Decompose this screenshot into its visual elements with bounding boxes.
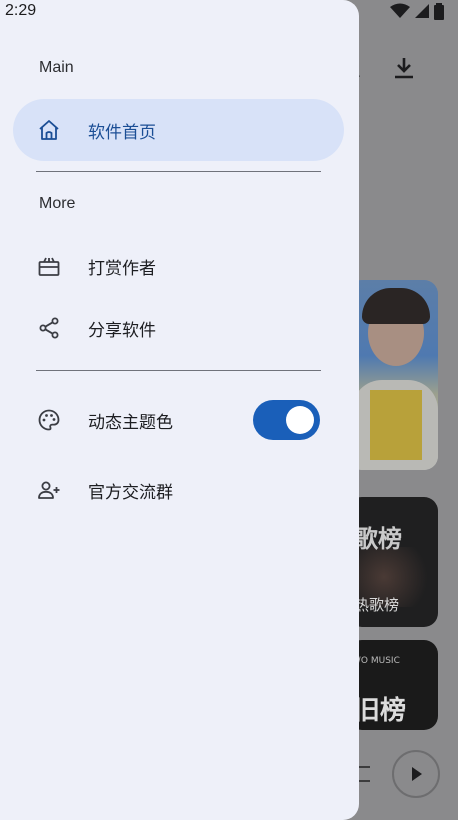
- palette-icon: [38, 409, 60, 431]
- play-icon: [412, 767, 422, 781]
- card-subtitle: 热歌榜: [354, 596, 400, 614]
- drawer-item-label: 分享软件: [88, 320, 156, 341]
- drawer-item-community[interactable]: 官方交流群: [13, 459, 344, 521]
- drawer-item-label: 动态主题色: [88, 412, 173, 433]
- drawer-item-label: 官方交流群: [88, 482, 173, 503]
- drawer-item-label: 软件首页: [88, 122, 156, 143]
- wifi-icon: [390, 3, 410, 18]
- divider: [36, 370, 321, 371]
- home-icon: [39, 120, 59, 140]
- drawer-item-dynamic-theme[interactable]: 动态主题色: [13, 389, 344, 451]
- add-user-icon: [38, 481, 60, 499]
- chart-card[interactable]: 歌榜 热歌榜: [348, 497, 438, 627]
- navigation-drawer: Main 软件首页 More 打赏作者 分享软件 动态主题色 官方交流群: [0, 0, 359, 820]
- section-label-main: Main: [39, 59, 74, 76]
- gift-icon: [38, 257, 60, 276]
- battery-icon: [434, 3, 444, 20]
- card-brand: WO MUSIC: [352, 656, 400, 666]
- drawer-item-share[interactable]: 分享软件: [13, 297, 344, 359]
- signal-icon: [415, 4, 429, 18]
- play-button[interactable]: [392, 750, 440, 798]
- featured-card[interactable]: [348, 280, 438, 470]
- share-icon: [39, 317, 59, 339]
- toggle-knob: [286, 406, 314, 434]
- status-icons: [390, 2, 444, 20]
- drawer-item-home[interactable]: 软件首页: [13, 99, 344, 161]
- chart-card[interactable]: WO MUSIC 旧榜: [348, 640, 438, 730]
- drawer-item-donate[interactable]: 打赏作者: [13, 235, 344, 297]
- status-time: 2:29: [5, 2, 37, 19]
- card-title: 歌榜: [354, 525, 402, 553]
- download-icon[interactable]: [392, 56, 416, 80]
- mini-player: [348, 730, 458, 820]
- dynamic-theme-toggle[interactable]: [253, 400, 320, 440]
- drawer-item-label: 打赏作者: [88, 258, 156, 279]
- section-label-more: More: [39, 195, 76, 212]
- card-title: 旧榜: [354, 696, 407, 726]
- divider: [36, 171, 321, 172]
- card-image-vest: [370, 390, 422, 460]
